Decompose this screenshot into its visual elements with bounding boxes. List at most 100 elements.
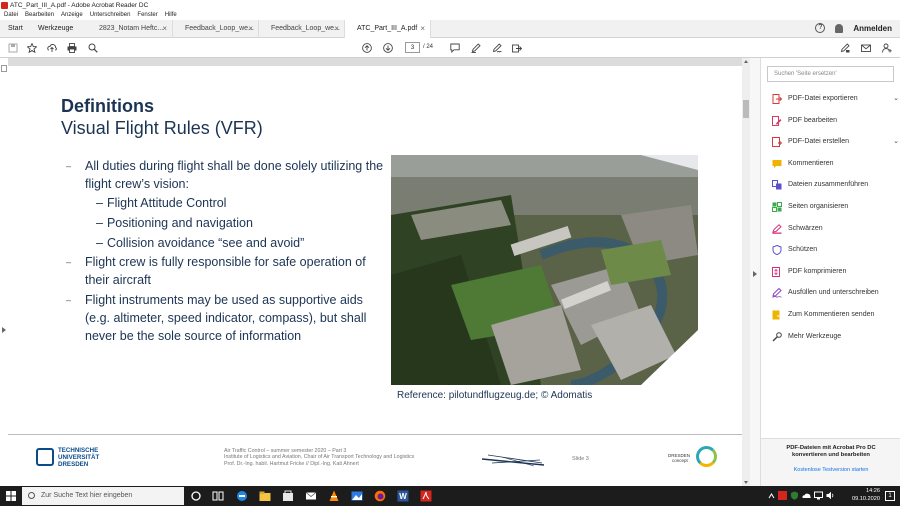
sub-bullet-item: – Flight Attitude Control: [96, 196, 227, 210]
firefox-icon[interactable]: [374, 490, 386, 502]
document-scrollbar[interactable]: [742, 58, 750, 486]
tab-bar: Start Werkzeuge 2823_Notam Heftc... × Fe…: [0, 20, 900, 38]
search-icon: [28, 492, 35, 499]
close-icon[interactable]: ×: [248, 20, 253, 38]
close-icon[interactable]: ×: [334, 20, 339, 38]
tool-redact[interactable]: Schwärzen: [771, 223, 899, 246]
menu-item-fenster[interactable]: Fenster: [137, 11, 157, 20]
taskbar-search-input[interactable]: Zur Suche Text hier eingeben: [22, 487, 184, 505]
fill-sign-icon: [772, 288, 782, 299]
menu-item-datei[interactable]: Datei: [4, 11, 18, 20]
acrobat-taskbar-icon[interactable]: [420, 490, 432, 502]
collapse-right-panel-icon[interactable]: [753, 271, 757, 277]
bullet-dash: –: [66, 257, 72, 267]
page-down-icon[interactable]: [383, 43, 393, 53]
tool-comment[interactable]: Kommentieren: [771, 159, 899, 181]
bullet-dash: –: [96, 196, 103, 210]
notification-center-icon[interactable]: 1: [885, 491, 895, 501]
taskbar-clock[interactable]: 14:26 09.10.2020: [840, 488, 880, 503]
tool-fill-and-sign[interactable]: Ausfüllen und unterschreiben: [771, 288, 899, 310]
tool-create-pdf[interactable]: PDF-Datei erstellen ⌄: [771, 137, 899, 159]
document-tab[interactable]: 2823_Notam Heftc... ×: [87, 20, 173, 38]
scrollbar-thumb[interactable]: [743, 100, 749, 118]
mail-icon[interactable]: [861, 43, 871, 53]
sign-icon[interactable]: [492, 43, 502, 53]
bell-icon[interactable]: [835, 23, 844, 33]
combine-icon: [772, 180, 782, 190]
pen-icon[interactable]: [471, 43, 481, 53]
tool-edit-pdf[interactable]: PDF bearbeiten: [771, 115, 899, 138]
chevron-down-icon[interactable]: ⌄: [893, 94, 899, 104]
cortana-icon[interactable]: [190, 490, 202, 502]
document-tab-active[interactable]: ATC_Part_III_A.pdf ×: [345, 20, 431, 38]
word-icon[interactable]: W: [397, 490, 409, 502]
clock-time: 14:26: [866, 488, 880, 494]
share-icon[interactable]: [512, 43, 522, 53]
window-title: ATC_Part_III_A.pdf - Adobe Acrobat Reade…: [10, 2, 149, 9]
task-view-icon[interactable]: [212, 490, 224, 502]
windows-start-icon[interactable]: [6, 491, 16, 501]
sign-in-button[interactable]: Anmelden: [853, 24, 892, 33]
scroll-up-arrow-icon[interactable]: [744, 60, 748, 63]
organize-icon: [772, 201, 782, 212]
free-trial-link[interactable]: Kostenlose Testversion starten: [769, 467, 893, 473]
tool-organize-pages[interactable]: Seiten organisieren: [771, 201, 899, 224]
tool-compress-pdf[interactable]: PDF komprimieren: [771, 266, 899, 289]
document-tab[interactable]: Feedback_Loop_we... ×: [173, 20, 259, 38]
aerial-city-photo: [391, 155, 698, 385]
store-icon[interactable]: [282, 490, 294, 502]
tray-chevron-up-icon[interactable]: [768, 493, 775, 499]
volume-tray-icon[interactable]: [826, 491, 835, 500]
tools-search-input[interactable]: Suchen 'Seite ersetzen': [767, 66, 894, 82]
document-tab[interactable]: Feedback_Loop_we... ×: [259, 20, 345, 38]
save-icon[interactable]: [8, 43, 18, 53]
edit-pdf-icon: [772, 115, 782, 126]
promo-text: PDF-Dateien mit Acrobat Pro DC konvertie…: [786, 445, 876, 459]
file-explorer-icon[interactable]: [259, 490, 271, 502]
tool-combine-files[interactable]: Dateien zusammenführen: [771, 180, 899, 202]
toolbar: 3 / 24: [0, 38, 900, 58]
chevron-down-icon[interactable]: ⌄: [893, 137, 899, 147]
tab-label: Feedback_Loop_we...: [185, 25, 254, 32]
menu-item-anzeige[interactable]: Anzeige: [61, 11, 83, 20]
tool-export-pdf[interactable]: PDF-Datei exportieren ⌄: [771, 94, 899, 116]
acrobat-tray-icon[interactable]: [778, 491, 787, 500]
photos-app-icon[interactable]: [351, 490, 363, 502]
menu-bar: Datei Bearbeiten Anzeige Unterschreiben …: [0, 11, 900, 20]
comment-icon[interactable]: [450, 43, 460, 53]
mail-app-icon[interactable]: [305, 490, 317, 502]
menu-item-unterschreiben[interactable]: Unterschreiben: [90, 11, 131, 20]
zoom-search-icon[interactable]: [88, 43, 98, 53]
close-icon[interactable]: ×: [420, 20, 425, 38]
document-view[interactable]: Definitions Visual Flight Rules (VFR) – A…: [8, 58, 742, 486]
slide-number: Slide 3: [572, 456, 589, 462]
expand-left-panel-icon[interactable]: [2, 327, 6, 333]
fill-sign-icon[interactable]: [840, 43, 850, 53]
page-number-input[interactable]: 3: [405, 42, 420, 53]
upload-icon[interactable]: [47, 43, 57, 53]
tool-send-for-comments[interactable]: Zum Kommentieren senden: [771, 310, 899, 332]
star-icon[interactable]: [27, 43, 37, 53]
nav-werkzeuge[interactable]: Werkzeuge: [38, 25, 73, 32]
network-tray-icon[interactable]: [814, 491, 823, 500]
help-icon[interactable]: ?: [815, 23, 826, 33]
bullet-list: – All duties during flight shall be done …: [66, 157, 386, 345]
security-tray-icon[interactable]: [790, 491, 799, 500]
onedrive-tray-icon[interactable]: [802, 491, 811, 500]
tool-more-tools[interactable]: Mehr Werkzeuge: [771, 331, 899, 354]
page-thumbnail-icon[interactable]: [1, 65, 7, 72]
redact-icon: [772, 223, 782, 234]
close-icon[interactable]: ×: [162, 20, 167, 38]
menu-item-bearbeiten[interactable]: Bearbeiten: [25, 11, 54, 20]
sub-bullet-item: – Collision avoidance “see and avoid”: [96, 236, 305, 250]
user-add-icon[interactable]: [882, 43, 892, 53]
print-icon[interactable]: [67, 43, 77, 53]
more-tools-icon: [772, 331, 782, 342]
edge-browser-icon[interactable]: [236, 490, 248, 502]
page-up-icon[interactable]: [362, 43, 372, 53]
menu-item-hilfe[interactable]: Hilfe: [165, 11, 177, 20]
tool-protect[interactable]: Schützen: [771, 245, 899, 267]
scroll-down-arrow-icon[interactable]: [744, 481, 748, 484]
nav-start[interactable]: Start: [8, 25, 23, 32]
vlc-player-icon[interactable]: [328, 490, 340, 502]
